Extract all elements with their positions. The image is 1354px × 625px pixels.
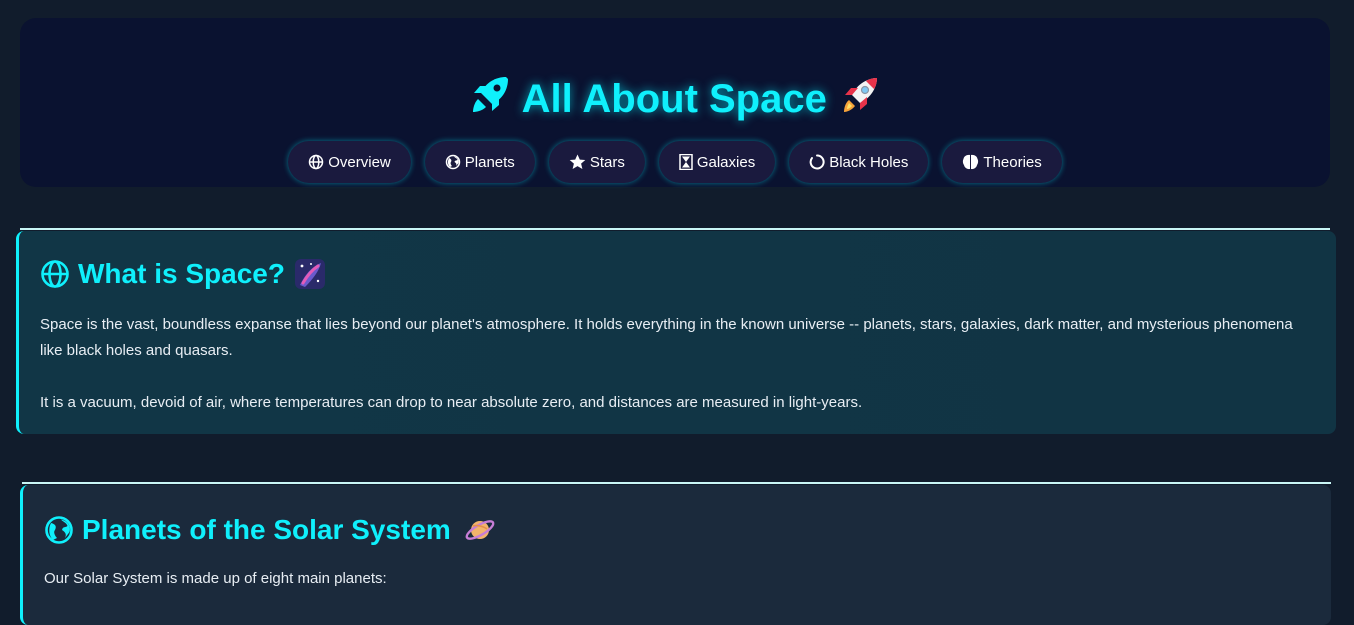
section-paragraph: It is a vacuum, devoid of air, where tem… [40, 394, 863, 411]
nav-theories-label: Theories [983, 153, 1042, 171]
section-paragraph: Space is the vast, boundless expanse tha… [40, 316, 1293, 359]
nav-planets-label: Planets [464, 153, 515, 171]
section-planets: Planets of the Solar System Our Solar Sy… [20, 485, 1331, 625]
site-header: All About Space Overview Planets Stars G… [20, 18, 1330, 187]
section-heading-text: What is Space? [78, 258, 285, 289]
ring-icon [809, 154, 825, 170]
earth-icon [445, 154, 461, 170]
nav-theories-button[interactable]: Theories [942, 141, 1062, 183]
brain-icon [963, 154, 979, 170]
rocket-emoji-icon [838, 73, 882, 130]
ringed-planet-icon [465, 520, 495, 540]
section-heading: What is Space? [40, 257, 327, 291]
nav-black-holes-label: Black Holes [829, 153, 909, 171]
milky-way-icon [294, 259, 325, 289]
section-heading: Planets of the Solar System [44, 513, 497, 547]
earth-icon [45, 516, 73, 544]
section-heading-text: Planets of the Solar System [82, 514, 451, 545]
nav-stars-label: Stars [589, 153, 625, 171]
section-what-is-space: What is Space? Space is the vast, boundl… [16, 231, 1336, 434]
section-divider [20, 228, 1330, 230]
nav-planets-button[interactable]: Planets [424, 141, 535, 183]
nav-overview-label: Overview [328, 153, 391, 171]
main-nav: Overview Planets Stars Galaxies Black Ho… [20, 141, 1330, 183]
nav-galaxies-button[interactable]: Galaxies [658, 141, 776, 183]
page-title: All About Space [20, 73, 1330, 130]
nav-black-holes-button[interactable]: Black Holes [789, 141, 929, 183]
section-paragraph: Our Solar System is made up of eight mai… [44, 570, 387, 587]
section-divider [22, 482, 1331, 484]
star-icon [569, 154, 586, 169]
title-text: All About Space [521, 77, 827, 122]
rocket-icon [468, 73, 512, 130]
nav-overview-button[interactable]: Overview [288, 141, 411, 183]
nav-galaxies-label: Galaxies [696, 153, 756, 171]
hourglass-icon [679, 154, 693, 170]
globe-icon [41, 260, 69, 288]
nav-stars-button[interactable]: Stars [548, 141, 645, 183]
globe-icon [309, 154, 324, 170]
